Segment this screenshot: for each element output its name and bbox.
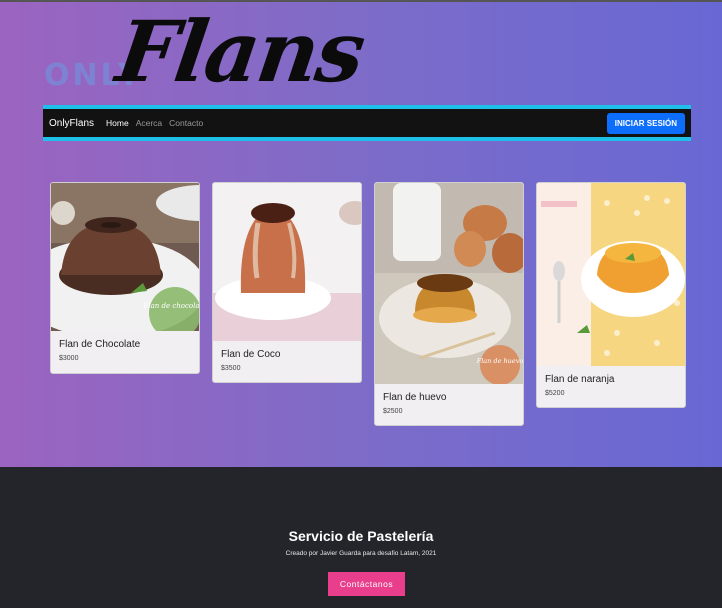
card-title: Flan de naranja: [545, 374, 615, 385]
card-title: Flan de Coco: [221, 349, 281, 360]
product-card-coco[interactable]: Flan de Coco $3500: [212, 182, 362, 383]
card-price: $3500: [221, 365, 241, 372]
footer-title: Servicio de Pastelería: [288, 528, 434, 544]
card-price: $2500: [383, 408, 403, 415]
contact-button[interactable]: Contáctanos: [328, 572, 405, 596]
card-3-badge-text: Flan de huevo: [476, 357, 523, 365]
flan-coco-image: [213, 183, 361, 341]
product-card-naranja[interactable]: Flan de naranja $5200: [536, 182, 686, 408]
card-1-badge-text: Flan de chocolate: [143, 302, 200, 310]
flan-naranja-image: [537, 183, 685, 366]
navbar: OnlyFlans Home Acerca Contacto INICIAR S…: [43, 105, 691, 141]
card-price: $3000: [59, 355, 79, 362]
navbar-brand[interactable]: OnlyFlans: [49, 118, 94, 129]
logo-flans-script: Flans: [111, 2, 370, 101]
card-title: Flan de huevo: [383, 392, 447, 403]
flan-chocolate-image: Flan de chocolate: [51, 183, 199, 331]
nav-link-contacto[interactable]: Contacto: [169, 118, 203, 128]
product-card-chocolate[interactable]: Flan de chocolate Flan de Chocolate $300…: [50, 182, 200, 374]
footer-subtitle: Creado por Javier Guarda para desafio La…: [285, 550, 437, 557]
nav-link-acerca[interactable]: Acerca: [136, 118, 162, 128]
product-card-huevo[interactable]: Flan de huevo Flan de huevo $2500: [374, 182, 524, 426]
hero-section: ONLY Flans OnlyFlans Home Acerca Contact…: [0, 0, 722, 467]
nav-link-home[interactable]: Home: [106, 118, 129, 128]
flan-huevo-image: Flan de huevo: [375, 183, 523, 384]
card-price: $5200: [545, 390, 565, 397]
card-title: Flan de Chocolate: [59, 339, 141, 350]
login-button[interactable]: INICIAR SESIÓN: [606, 112, 685, 134]
